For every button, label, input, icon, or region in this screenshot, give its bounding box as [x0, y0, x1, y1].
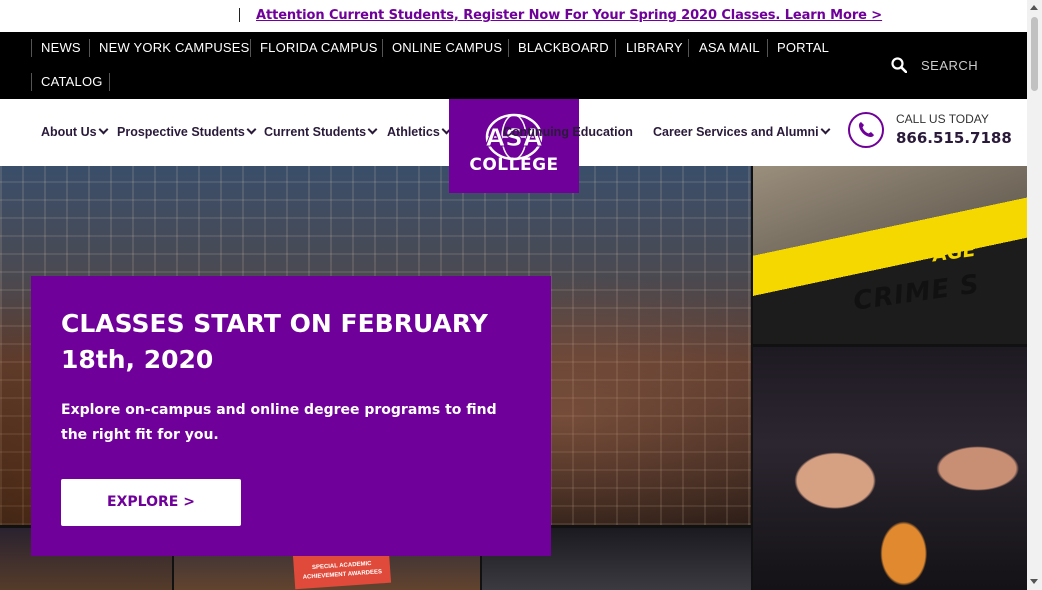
utility-divider [31, 73, 32, 91]
utility-link-portal[interactable]: PORTAL [777, 40, 829, 55]
utility-divider [508, 39, 509, 57]
scrollbar-thumb[interactable] [1031, 17, 1038, 91]
utility-link-asa-mail[interactable]: ASA MAIL [699, 40, 760, 55]
utility-link-news[interactable]: NEWS [41, 40, 81, 55]
chevron-down-icon [246, 124, 257, 135]
chevron-down-icon [367, 124, 378, 135]
utility-divider [382, 39, 383, 57]
announcement-divider [239, 8, 240, 22]
nav-item-label: Career Services and Alumni [653, 125, 819, 139]
nav-item-label: About Us [41, 125, 97, 139]
utility-link-blackboard[interactable]: BLACKBOARD [518, 40, 609, 55]
utility-divider [767, 39, 768, 57]
search-icon[interactable] [891, 57, 907, 73]
hero-title: CLASSES START ON FEBRUARY 18th, 2020 [61, 309, 488, 374]
nav-item-athletics[interactable]: Athletics [387, 124, 452, 139]
nav-item-prospective-students[interactable]: Prospective Students [117, 124, 257, 139]
utility-divider [31, 39, 32, 57]
utility-link-catalog[interactable]: CATALOG [41, 74, 103, 89]
nav-item-about-us[interactable]: About Us [41, 124, 109, 139]
nav-item-current-students[interactable]: Current Students [264, 124, 378, 139]
chevron-down-icon [820, 124, 831, 135]
call-us-label: CALL US TODAY [896, 112, 989, 126]
search-label[interactable]: SEARCH [921, 58, 978, 73]
utility-divider [688, 39, 689, 57]
hero-section: FUT FE AGE CRIME S SPECIAL ACADEMIC ACHI… [0, 166, 1027, 590]
utility-divider [89, 39, 90, 57]
nav-item-label: Prospective Students [117, 125, 245, 139]
asa-college-logo[interactable]: ASA COLLEGE [449, 99, 579, 193]
hero-description: Explore on-campus and online degree prog… [61, 402, 497, 443]
phone-number[interactable]: 866.515.7188 [896, 129, 1012, 147]
hero-card: CLASSES START ON FEBRUARY 18th, 2020 Exp… [31, 276, 551, 556]
crime-tape-upper-text: FUT FE AGE [928, 217, 1005, 267]
scroll-up-arrow-icon[interactable] [1030, 5, 1038, 10]
utility-link-library[interactable]: LIBRARY [626, 40, 683, 55]
utility-divider [615, 39, 616, 57]
scroll-down-arrow-icon[interactable] [1030, 579, 1038, 584]
explore-button[interactable]: EXPLORE > [61, 479, 241, 526]
utility-link-online-campus[interactable]: ONLINE CAMPUS [392, 40, 502, 55]
utility-link-new-york-campuses[interactable]: NEW YORK CAMPUSES [99, 40, 250, 55]
nav-item-career-services[interactable]: Career Services and Alumni [653, 124, 831, 139]
nav-item-label: Continuing Education [503, 125, 633, 139]
crime-tape-text: CRIME S [851, 269, 982, 317]
logo-wordmark: COLLEGE [469, 155, 559, 175]
utility-divider [250, 39, 251, 57]
announcement-bar: Attention Current Students, Register Now… [0, 0, 1027, 32]
page-scrollbar[interactable] [1027, 0, 1042, 590]
chevron-down-icon [98, 124, 109, 135]
utility-divider [109, 73, 110, 91]
phone-icon[interactable] [848, 112, 884, 148]
crime-scene-cap-photo: FUT FE AGE CRIME S [753, 166, 1027, 344]
nav-item-label: Current Students [264, 125, 367, 139]
graduates-photo [753, 347, 1027, 590]
announcement-link[interactable]: Attention Current Students, Register Now… [256, 8, 882, 23]
nav-item-continuing-education[interactable]: Continuing Education [503, 125, 633, 139]
phone-glyph [859, 122, 874, 137]
utility-nav: NEWS NEW YORK CAMPUSES FLORIDA CAMPUS ON… [0, 32, 1027, 99]
utility-link-florida-campus[interactable]: FLORIDA CAMPUS [260, 40, 378, 55]
nav-item-label: Athletics [387, 125, 440, 139]
